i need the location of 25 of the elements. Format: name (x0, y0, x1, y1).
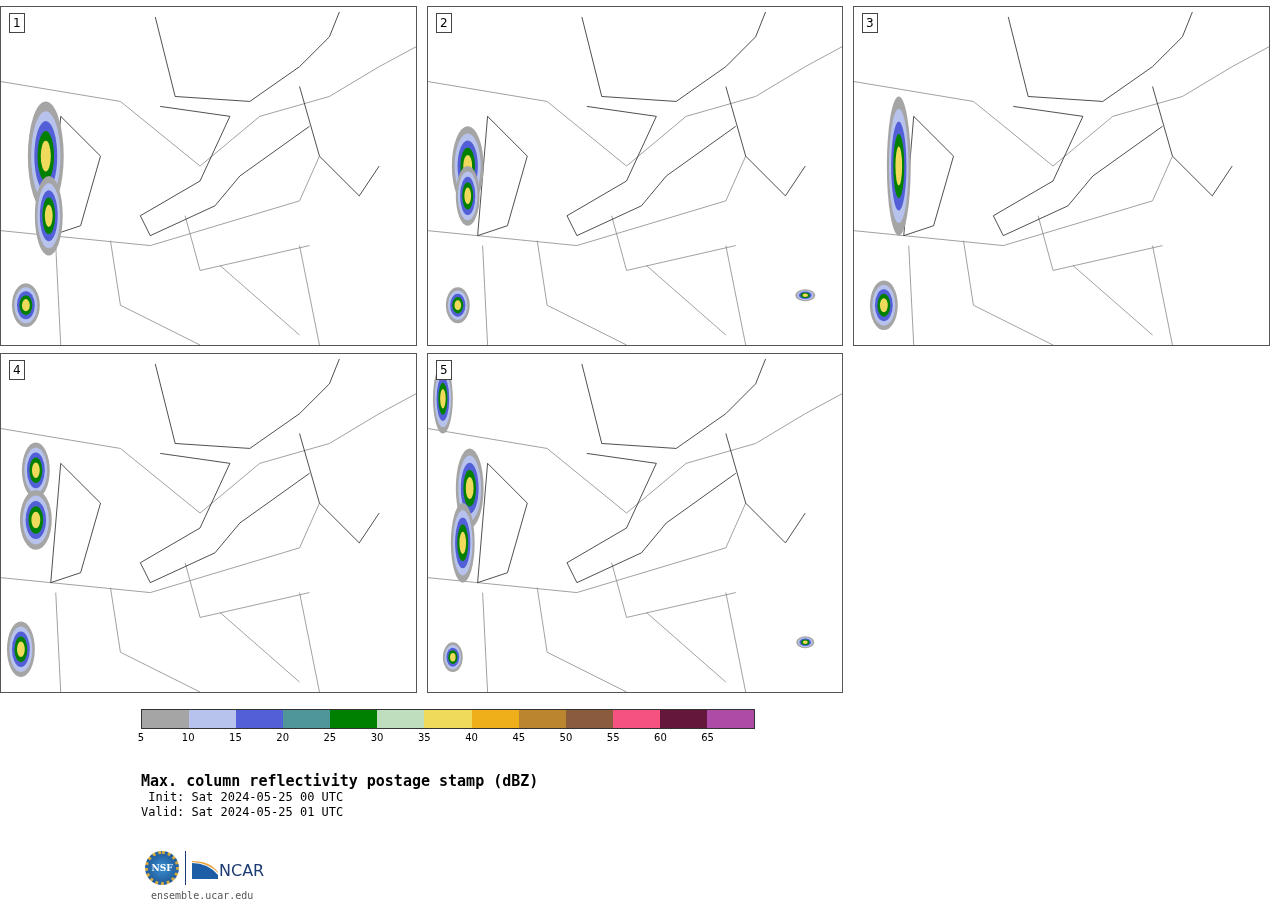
tick-label: 45 (511, 731, 527, 743)
tick-label: 10 (180, 731, 196, 743)
tick-label: 35 (416, 731, 432, 743)
panel-number: 2 (436, 13, 452, 33)
tick-label: 55 (605, 731, 621, 743)
init-time: Init: Sat 2024-05-25 00 UTC (147, 790, 345, 805)
site-url: ensemble.ucar.edu (151, 890, 255, 902)
chart-title: Max. column reflectivity postage stamp (dBZ) (141, 772, 540, 790)
tick-label: 60 (653, 731, 668, 743)
tick-label: 30 (369, 731, 385, 743)
tick-label: 5 (136, 731, 146, 743)
tick-label: 25 (322, 731, 338, 743)
tick-label: 50 (558, 731, 574, 743)
logo-text: NSF (145, 851, 179, 885)
panel-number: 1 (9, 13, 25, 33)
tick-label: 15 (228, 731, 243, 743)
panel-number: 5 (436, 360, 452, 380)
swoosh-icon (192, 861, 218, 879)
panel-number: 4 (9, 360, 25, 380)
valid-time: Valid: Sat 2024-05-25 01 UTC (141, 805, 345, 820)
logo-text: NCAR (219, 863, 265, 879)
panel-number: 3 (862, 13, 878, 33)
tick-label: 65 (700, 731, 715, 743)
tick-label: 20 (275, 731, 290, 743)
tick-label: 40 (464, 731, 479, 743)
